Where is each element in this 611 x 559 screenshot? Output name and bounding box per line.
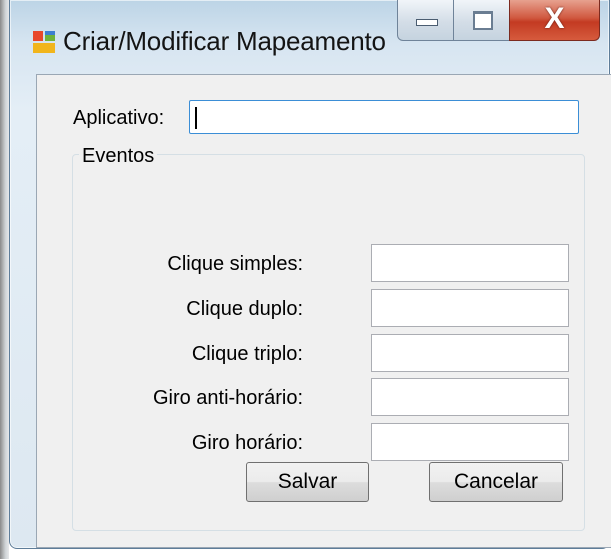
- clockwise-input[interactable]: [371, 423, 569, 461]
- triple-click-input[interactable]: [371, 334, 569, 372]
- desktop-background: [0, 0, 9, 559]
- dialog-client-area: Aplicativo: Clique simples: Clique duplo…: [36, 74, 611, 548]
- minimize-icon: [416, 19, 438, 26]
- window-title: Criar/Modificar Mapeamento: [63, 26, 386, 56]
- counterclockwise-label: Giro anti-horário:: [152, 387, 303, 409]
- maximize-icon: [473, 11, 493, 30]
- maximize-button[interactable]: [453, 0, 510, 41]
- clockwise-label: Giro horário:: [191, 432, 303, 454]
- single-click-label: Clique simples:: [167, 253, 303, 275]
- double-click-label: Clique duplo:: [186, 298, 303, 320]
- close-button[interactable]: X: [509, 0, 600, 41]
- application-input[interactable]: [189, 100, 579, 134]
- dialog-window: Criar/Modificar Mapeamento X Aplicativo:…: [9, 0, 611, 549]
- app-window-icon: [33, 31, 55, 53]
- close-icon: X: [544, 2, 565, 35]
- events-group-title: Eventos: [79, 145, 158, 168]
- save-button[interactable]: Salvar: [246, 462, 369, 502]
- text-caret: [195, 107, 197, 129]
- triple-click-label: Clique triplo:: [191, 343, 303, 365]
- double-click-input[interactable]: [371, 289, 569, 327]
- application-label: Aplicativo:: [73, 107, 165, 129]
- counterclockwise-input[interactable]: [371, 378, 569, 416]
- single-click-input[interactable]: [371, 244, 569, 282]
- cancel-button[interactable]: Cancelar: [429, 462, 563, 502]
- minimize-button[interactable]: [397, 0, 454, 41]
